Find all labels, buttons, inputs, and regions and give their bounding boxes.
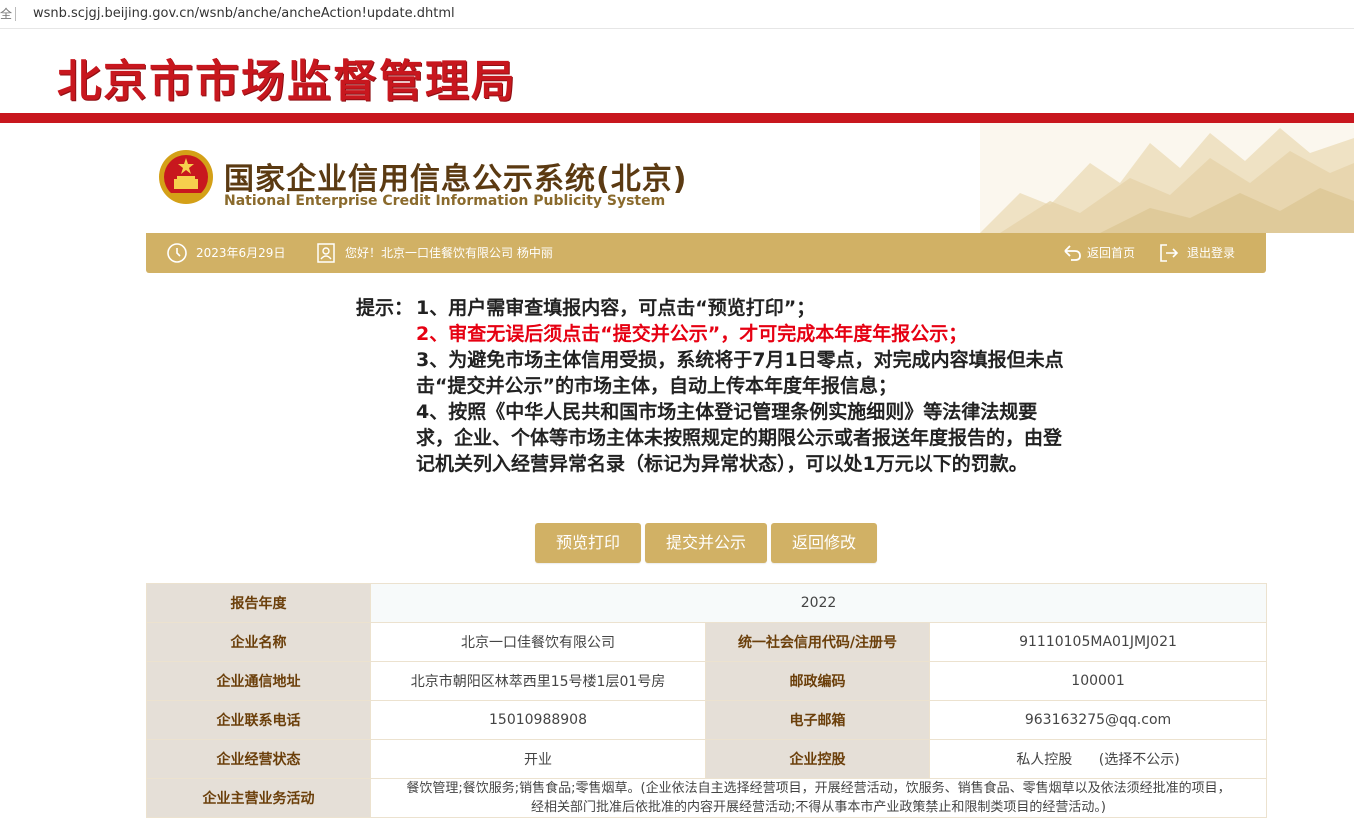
status-label: 企业经营状态 — [146, 739, 371, 779]
credit-code-label: 统一社会信用代码/注册号 — [705, 622, 930, 662]
address-value: 北京市朝阳区林萃西里15号楼1层01号房 — [370, 661, 706, 701]
table-row: 企业联系电话 15010988908 电子邮箱 963163275@qq.com — [146, 700, 1268, 740]
notice-item-3: 3、为避免市场主体信用受损，系统将于7月1日零点，对完成内容填报但未点击“提交并… — [416, 349, 1064, 397]
system-header: 国家企业信用信息公示系统(北京) National Enterprise Cre… — [0, 123, 1354, 233]
company-name-value: 北京一口佳餐饮有限公司 — [370, 622, 706, 662]
postcode-value: 100001 — [928, 661, 1268, 701]
table-row: 企业通信地址 北京市朝阳区林萃西里15号楼1层01号房 邮政编码 100001 — [146, 661, 1268, 701]
logout-label[interactable]: 退出登录 — [1187, 233, 1235, 273]
user-badge-icon — [317, 243, 335, 263]
logout-icon — [1160, 244, 1179, 262]
notice-item-4: 4、按照《中华人民共和国市场主体登记管理条例实施细则》等法律法规要求，企业、个体… — [416, 401, 1063, 475]
table-row: 企业名称 北京一口佳餐饮有限公司 统一社会信用代码/注册号 91110105MA… — [146, 622, 1268, 662]
notice-item-2: 2、审查无误后须点击“提交并公示”，才可完成本年度年报公示； — [416, 323, 968, 345]
phone-value: 15010988908 — [370, 700, 706, 740]
business-line-2: 经相关部门批准后依批准的内容开展经营活动;不得从事本市产业政策禁止和限制类项目的… — [531, 800, 1106, 815]
system-title: 国家企业信用信息公示系统(北京) — [224, 162, 688, 197]
notice-lines: 1、用户需审查填报内容，可点击“预览打印”； 2、审查无误后须点击“提交并公示”… — [416, 295, 1066, 477]
table-row: 企业主营业务活动 餐饮管理;餐饮服务;销售食品;零售烟草。(企业依法自主选择经营… — [146, 778, 1268, 818]
url-text[interactable]: wsnb.scjgj.beijing.gov.cn/wsnb/anche/anc… — [33, 0, 455, 28]
user-greeting: 您好！北京一口佳餐饮有限公司 杨中丽 — [316, 233, 576, 273]
address-label: 企业通信地址 — [146, 661, 371, 701]
preview-print-button[interactable]: 预览打印 — [535, 523, 641, 563]
home-link-label[interactable]: 返回首页 — [1087, 233, 1135, 273]
date-text: 2023年6月29日 — [196, 246, 286, 260]
submit-publish-button[interactable]: 提交并公示 — [645, 523, 767, 563]
report-info-table: 报告年度 2022 企业名称 北京一口佳餐饮有限公司 统一社会信用代码/注册号 … — [146, 583, 1268, 818]
business-line-1: 餐饮管理;餐饮服务;销售食品;零售烟草。(企业依法自主选择经营项目，开展经营活动… — [406, 781, 1231, 796]
logout-link[interactable]: 退出登录 — [1158, 233, 1243, 273]
return-arrow-icon — [1064, 245, 1081, 261]
status-value: 开业 — [370, 739, 706, 779]
email-label: 电子邮箱 — [705, 700, 930, 740]
business-label: 企业主营业务活动 — [146, 778, 371, 818]
phone-label: 企业联系电话 — [146, 700, 371, 740]
credit-code-value: 91110105MA01JMJ021 — [928, 622, 1268, 662]
home-link[interactable]: 返回首页 — [1061, 233, 1141, 273]
postcode-label: 邮政编码 — [705, 661, 930, 701]
national-emblem-icon — [159, 150, 213, 204]
system-subtitle: National Enterprise Credit Information P… — [224, 193, 666, 209]
company-name-label: 企业名称 — [146, 622, 371, 662]
back-edit-button[interactable]: 返回修改 — [771, 523, 877, 563]
business-value: 餐饮管理;餐饮服务;销售食品;零售烟草。(企业依法自主选择经营项目，开展经营活动… — [369, 778, 1268, 818]
holding-label: 企业控股 — [705, 739, 930, 779]
holding-value: 私人控股 — [1016, 752, 1073, 768]
security-indicator[interactable]: 全 — [0, 0, 12, 28]
report-year-value: 2022 — [369, 583, 1268, 623]
email-value: 963163275@qq.com — [928, 700, 1268, 740]
address-bar[interactable]: 全 wsnb.scjgj.beijing.gov.cn/wsnb/anche/a… — [0, 0, 1354, 29]
agency-title: 北京市市场监督管理局 — [57, 56, 517, 107]
date-display: 2023年6月29日 — [166, 233, 286, 273]
clock-icon — [167, 243, 187, 263]
user-toolbar: 2023年6月29日 您好！北京一口佳餐饮有限公司 杨中丽 返回首页 退出登录 — [146, 233, 1266, 273]
table-row: 报告年度 2022 — [146, 583, 1268, 623]
notice-item-1: 1、用户需审查填报内容，可点击“预览打印”； — [416, 297, 816, 319]
greeting-text: 您好！北京一口佳餐饮有限公司 杨中丽 — [345, 246, 553, 260]
mountain-background-image — [980, 123, 1354, 233]
holding-cell: 私人控股 (选择不公示) — [928, 739, 1268, 779]
address-divider — [15, 7, 16, 21]
report-year-label: 报告年度 — [146, 583, 371, 623]
notice-prefix: 提示： — [356, 297, 414, 319]
table-row: 企业经营状态 开业 企业控股 私人控股 (选择不公示) — [146, 739, 1268, 779]
holding-note: (选择不公示) — [1098, 752, 1180, 768]
agency-banner: 北京市市场监督管理局 — [0, 29, 1354, 113]
red-divider — [0, 113, 1354, 123]
